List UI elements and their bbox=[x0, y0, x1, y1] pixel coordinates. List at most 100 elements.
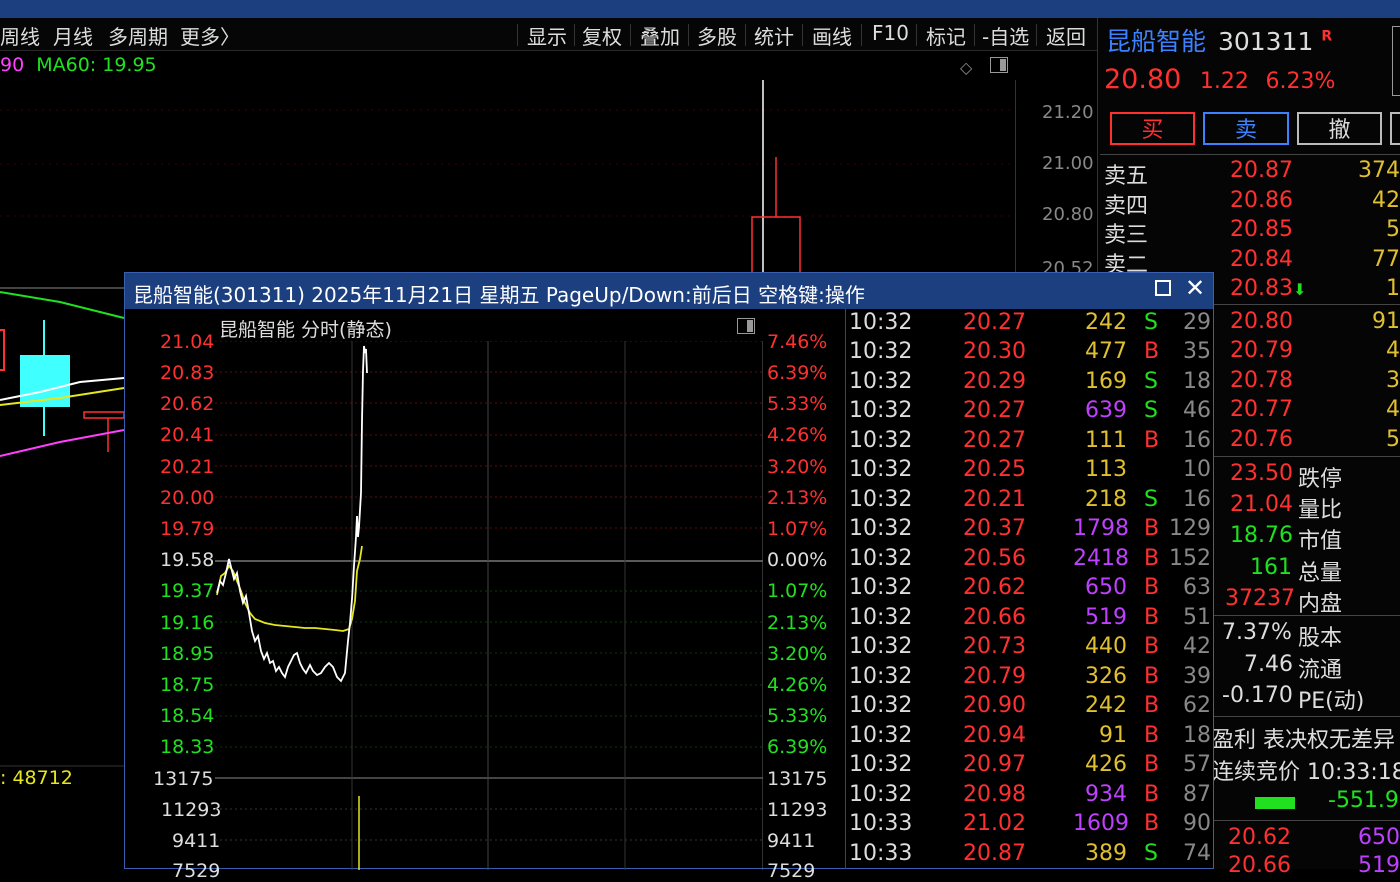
trade-count: 152 bbox=[1169, 546, 1211, 571]
bid4-price[interactable]: 20.77 bbox=[1230, 397, 1293, 422]
trade-count: 90 bbox=[1183, 811, 1211, 836]
trade-volume: 440 bbox=[1085, 634, 1127, 659]
trade-count: 16 bbox=[1183, 428, 1211, 453]
stat-label: 流通 bbox=[1298, 658, 1343, 683]
overlay-button[interactable]: 叠加 bbox=[640, 21, 680, 50]
pct-tick: 1.07% bbox=[767, 518, 828, 540]
trade-side: B bbox=[1144, 546, 1160, 571]
draw-line-button[interactable]: 画线 bbox=[812, 21, 852, 50]
stat-value: 37237 bbox=[1225, 586, 1295, 611]
trade-time: 10:32 bbox=[849, 487, 913, 512]
stat-value: 23.50 bbox=[1230, 461, 1293, 486]
trade-volume: 218 bbox=[1085, 487, 1127, 512]
multi-stock-button[interactable]: 多股 bbox=[697, 21, 737, 50]
candle-partial bbox=[0, 329, 5, 371]
trade-price: 20.21 bbox=[963, 487, 1026, 512]
last-price: 20.80 bbox=[1104, 64, 1182, 95]
diamond-icon[interactable]: ◇ bbox=[960, 58, 972, 77]
stock-code: 301311 bbox=[1217, 27, 1314, 56]
toolbar-divider bbox=[1036, 24, 1037, 46]
ask1-price[interactable]: 20.83 bbox=[1230, 276, 1293, 301]
bid1-price[interactable]: 20.80 bbox=[1230, 309, 1293, 334]
chart-toolbar: 周线 月线 多周期 更多〉 显示 复权 叠加 多股 统计 画线 F10 标记 -… bbox=[0, 18, 1097, 51]
mark-button[interactable]: 标记 bbox=[926, 21, 966, 50]
intraday-dialog: 昆船智能(301311) 2025年11月21日 星期五 PageUp/Down… bbox=[124, 272, 1214, 882]
back-button[interactable]: 返回 bbox=[1046, 21, 1086, 50]
sell-button[interactable]: 卖 bbox=[1203, 112, 1289, 145]
ask5-price[interactable]: 20.87 bbox=[1230, 158, 1293, 183]
trade-price: 20.25 bbox=[963, 457, 1026, 482]
trade-price: 20.90 bbox=[963, 693, 1026, 718]
trade-volume: 934 bbox=[1085, 782, 1127, 807]
period-weekly-button[interactable]: 周线 bbox=[0, 21, 40, 50]
divider bbox=[1100, 154, 1400, 155]
toolbar-divider bbox=[974, 24, 975, 46]
trade-side: B bbox=[1144, 693, 1160, 718]
stat-value: -0.170 bbox=[1222, 683, 1293, 708]
price-axis-tick: 20.80 bbox=[1042, 204, 1094, 225]
panel-toggle-icon[interactable] bbox=[990, 57, 1008, 73]
pct-tick: 4.26% bbox=[767, 424, 828, 446]
toolbar-divider bbox=[745, 24, 746, 46]
pct-tick: 5.33% bbox=[767, 705, 828, 727]
more-periods-button[interactable]: 更多〉 bbox=[180, 21, 240, 50]
trade-side: S bbox=[1144, 369, 1158, 394]
trade-count: 10 bbox=[1183, 457, 1211, 482]
f10-button[interactable]: F10 bbox=[872, 21, 909, 45]
adjust-rights-button[interactable]: 复权 bbox=[582, 21, 622, 50]
trade-side: S bbox=[1144, 487, 1158, 512]
ask2-volume: 77 bbox=[1372, 247, 1400, 272]
statistics-button[interactable]: 统计 bbox=[754, 21, 794, 50]
bid5-price[interactable]: 20.76 bbox=[1230, 427, 1293, 452]
pct-tick: 3.20% bbox=[767, 643, 828, 665]
volume-tick: 11293 bbox=[161, 799, 222, 821]
trade-price: 20.73 bbox=[963, 634, 1026, 659]
dialog-title-bar[interactable]: 昆船智能(301311) 2025年11月21日 星期五 PageUp/Down… bbox=[125, 273, 1213, 309]
stat-label: PE(动) bbox=[1298, 689, 1365, 714]
ask4-label: 卖四 bbox=[1104, 194, 1149, 219]
bid3-volume: 3 bbox=[1386, 368, 1400, 393]
panel-toggle-icon[interactable] bbox=[737, 318, 755, 334]
down-arrow-icon: ⬇ bbox=[1293, 280, 1307, 299]
divider bbox=[1214, 304, 1400, 305]
trade-volume: 169 bbox=[1085, 369, 1127, 394]
trade-count: 42 bbox=[1183, 634, 1211, 659]
stat-label: 股本 bbox=[1298, 626, 1343, 651]
price-axis: 21.20 21.00 20.80 20.52 bbox=[1015, 80, 1098, 279]
up-candle-small bbox=[83, 411, 125, 419]
bid2-price[interactable]: 20.79 bbox=[1230, 338, 1293, 363]
quote-line: 20.80 1.22 6.23% bbox=[1104, 64, 1335, 95]
trade-time: 10:32 bbox=[849, 369, 913, 394]
trade-price: 20.56 bbox=[963, 546, 1026, 571]
ask3-price[interactable]: 20.85 bbox=[1230, 217, 1293, 242]
cancel-order-button[interactable]: 撤 bbox=[1297, 112, 1382, 145]
ask4-price[interactable]: 20.86 bbox=[1230, 188, 1293, 213]
trade-price: 20.30 bbox=[963, 339, 1026, 364]
remove-watchlist-button[interactable]: -自选 bbox=[982, 21, 1029, 50]
trade-price: 20.27 bbox=[963, 398, 1026, 423]
trade-count: 18 bbox=[1183, 369, 1211, 394]
trade-count: 63 bbox=[1183, 575, 1211, 600]
multi-period-button[interactable]: 多周期 bbox=[108, 21, 168, 50]
side-panel-tab[interactable] bbox=[1392, 26, 1400, 96]
stat-label: 总量 bbox=[1298, 561, 1343, 586]
trade-side: S bbox=[1144, 841, 1158, 866]
buy-button[interactable]: 买 bbox=[1110, 112, 1195, 145]
trade-side: B bbox=[1144, 723, 1160, 748]
trade-time: 10:33 bbox=[849, 841, 913, 866]
close-icon[interactable]: ✕ bbox=[1185, 274, 1205, 302]
display-button[interactable]: 显示 bbox=[527, 21, 567, 50]
toolbar-divider bbox=[574, 24, 575, 46]
trade-volume: 389 bbox=[1085, 841, 1127, 866]
ask2-price[interactable]: 20.84 bbox=[1230, 247, 1293, 272]
period-monthly-button[interactable]: 月线 bbox=[53, 21, 93, 50]
bid3-price[interactable]: 20.78 bbox=[1230, 368, 1293, 393]
maximize-icon[interactable] bbox=[1155, 280, 1171, 296]
volume-tick: 9411 bbox=[172, 830, 221, 852]
more-button[interactable] bbox=[1390, 112, 1400, 145]
divider bbox=[845, 309, 846, 869]
price-change: 1.22 bbox=[1199, 69, 1249, 94]
stat-value: 161 bbox=[1250, 555, 1292, 580]
volume-tick: 13175 bbox=[767, 768, 828, 790]
price-tick: 21.04 bbox=[160, 331, 215, 353]
